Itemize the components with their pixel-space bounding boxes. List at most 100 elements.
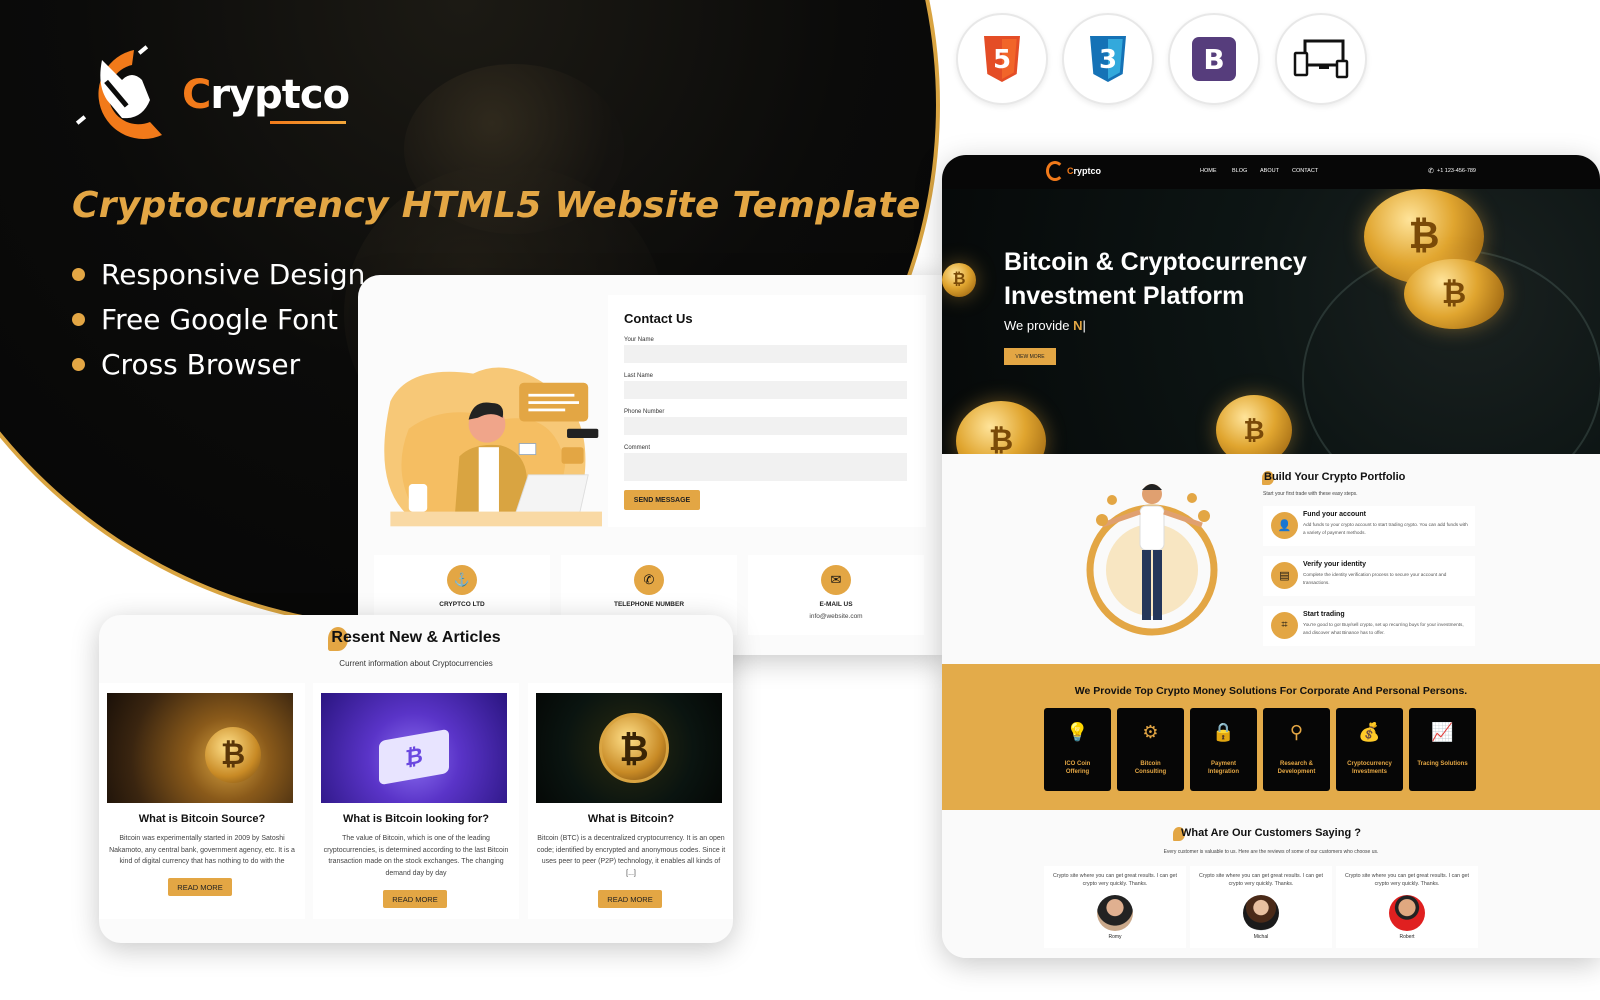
bitcoin-coin-image: ₿ <box>942 263 976 297</box>
nav-home[interactable]: HOME <box>1200 168 1217 174</box>
read-more-button[interactable]: READ MORE <box>598 890 662 908</box>
article-image[interactable]: ₿ <box>536 693 722 803</box>
testimonials-title: What Are Our Customers Saying ? <box>1181 827 1361 839</box>
bitcoin-network-icon: ⚙ <box>1142 722 1159 742</box>
user-icon: 👤 <box>1271 512 1298 539</box>
bulb-coin-icon: 💡 <box>1066 722 1089 742</box>
bullet-icon <box>72 358 85 371</box>
bootstrap-icon: B <box>1192 37 1236 81</box>
feature-list: Responsive Design Free Google Font Cross… <box>72 252 365 387</box>
html5-icon: 5 <box>984 36 1020 82</box>
article-title[interactable]: What is Bitcoin looking for? <box>313 813 519 825</box>
avatar <box>1097 895 1133 931</box>
testimonials-section: What Are Our Customers Saying ? Every cu… <box>942 810 1600 958</box>
css3-icon: 3 <box>1090 36 1126 82</box>
responsive-devices-icon <box>1293 39 1349 79</box>
last-name-input[interactable] <box>624 381 907 399</box>
customer-name: Romy <box>1108 934 1122 940</box>
customer-name: Michal <box>1253 934 1269 940</box>
article-title[interactable]: What is Bitcoin Source? <box>99 813 305 825</box>
solution-card[interactable]: 💰 Cryptocurrency Investments <box>1336 708 1403 791</box>
cryptco-logo-icon <box>75 45 162 139</box>
phone-icon: ✆ <box>634 565 664 595</box>
phone-number-input[interactable] <box>624 417 907 435</box>
article-excerpt: The value of Bitcoin, which is one of th… <box>323 835 509 877</box>
phone-icon: ✆ <box>1428 168 1434 175</box>
read-more-button[interactable]: READ MORE <box>168 878 232 896</box>
solution-card[interactable]: 💡 ICO Coin Offering <box>1044 708 1111 791</box>
article-card: ₿ What is Bitcoin looking for? The value… <box>313 683 519 919</box>
solution-card[interactable]: 🔒 Payment Integration <box>1190 708 1257 791</box>
svg-text:B: B <box>1203 43 1224 76</box>
news-subtitle: Current information about Cryptocurrenci… <box>339 659 493 668</box>
avatar <box>1389 895 1425 931</box>
article-image[interactable]: ₿ <box>321 693 507 803</box>
article-title[interactable]: What is Bitcoin? <box>528 813 733 825</box>
template-headline: Cryptocurrency HTML5 Website Template <box>72 185 921 226</box>
news-title: Resent New & Articles <box>331 629 501 646</box>
contact-section-preview: Contact Us Your Name Last Name Phone Num… <box>358 275 948 655</box>
testimonial-card: Crypto site where you can get great resu… <box>1190 866 1332 948</box>
field-label: Last Name <box>624 373 654 379</box>
article-excerpt: Bitcoin was experimentally started in 20… <box>109 835 295 865</box>
solution-card[interactable]: ⚲ Research & Development <box>1263 708 1330 791</box>
solutions-title: We Provide Top Crypto Money Solutions Fo… <box>1074 685 1468 697</box>
article-excerpt: Bitcoin (BTC) is a decentralized cryptoc… <box>536 835 726 877</box>
bitcoin-chip-icon: ₿ <box>379 728 449 786</box>
site-navbar: Cryptco HOME BLOG ABOUT CONTACT ✆ +1 123… <box>942 155 1600 189</box>
payment-lock-icon: 🔒 <box>1212 722 1235 742</box>
testimonial-card: Crypto site where you can get great resu… <box>1044 866 1186 948</box>
contact-form: Contact Us Your Name Last Name Phone Num… <box>608 295 926 527</box>
trading-chip-icon: ⌗ <box>1271 612 1298 639</box>
chart-trend-icon: 📈 <box>1431 722 1454 742</box>
field-label: Your Name <box>624 337 654 343</box>
testimonials-subtitle: Every customer is valuable to us. Here a… <box>1163 849 1379 855</box>
cryptco-logo-icon <box>1046 161 1064 181</box>
your-name-input[interactable] <box>624 345 907 363</box>
info-box-email: ✉ E-MAIL US info@website.com <box>748 555 924 635</box>
nav-phone[interactable]: +1 123-456-789 <box>1437 168 1476 174</box>
read-more-button[interactable]: READ MORE <box>383 890 447 908</box>
portfolio-section: Build Your Crypto Portfolio Start your f… <box>942 454 1600 664</box>
article-image[interactable]: ₿ <box>107 693 293 803</box>
bullet-icon <box>72 313 85 326</box>
html5-badge: 5 <box>956 13 1048 105</box>
view-more-button[interactable]: VIEW MORE <box>1004 348 1056 365</box>
svg-text:3: 3 <box>1099 45 1117 75</box>
bitcoin-icon: ₿ <box>205 727 261 783</box>
hero-subtitle: We provide N| <box>1004 318 1086 333</box>
brand-name: Cryptco <box>182 72 350 124</box>
bitcoin-icon: ₿ <box>599 713 669 783</box>
nav-contact[interactable]: CONTACT <box>1292 168 1318 174</box>
solution-card[interactable]: ⚙ Bitcoin Consulting <box>1117 708 1184 791</box>
comment-textarea[interactable] <box>624 453 907 481</box>
step-card: 👤 Fund your account Add funds to your cr… <box>1263 506 1475 546</box>
customer-name: Robert <box>1399 934 1415 940</box>
money-bag-icon: 💰 <box>1358 722 1381 742</box>
bitcoin-coin-image: ₿ <box>956 401 1046 454</box>
portfolio-subtitle: Start your first trade with these easy s… <box>1263 491 1358 497</box>
bullet-icon <box>72 268 85 281</box>
support-agent-illustration <box>384 367 602 527</box>
solution-card[interactable]: 📈 Tracing Solutions <box>1409 708 1476 791</box>
contact-title: Contact Us <box>624 311 693 326</box>
feature-item: Free Google Font <box>72 297 365 342</box>
svg-text:5: 5 <box>993 45 1011 75</box>
solutions-section: We Provide Top Crypto Money Solutions Fo… <box>942 664 1600 810</box>
feature-item: Responsive Design <box>72 252 365 297</box>
avatar <box>1243 895 1279 931</box>
testimonial-card: Crypto site where you can get great resu… <box>1336 866 1478 948</box>
research-icon: ⚲ <box>1289 722 1304 742</box>
email-link[interactable]: info@website.com <box>748 613 924 620</box>
bitcoin-coin-image: ₿ <box>1216 395 1292 454</box>
responsive-badge <box>1275 13 1367 105</box>
nav-about[interactable]: ABOUT <box>1260 168 1279 174</box>
id-card-icon: ▤ <box>1271 562 1298 589</box>
send-message-button[interactable]: SEND MESSAGE <box>624 490 700 510</box>
site-logo[interactable]: Cryptco <box>1046 161 1101 181</box>
field-label: Phone Number <box>624 409 665 415</box>
site-hero: ₿ ₿ ₿ ₿ ₿ Bitcoin & Cryptocurrency Invest… <box>942 189 1600 454</box>
bootstrap-badge: B <box>1168 13 1260 105</box>
nav-blog[interactable]: BLOG <box>1232 168 1247 174</box>
brand-logo: Cryptco <box>72 40 350 150</box>
